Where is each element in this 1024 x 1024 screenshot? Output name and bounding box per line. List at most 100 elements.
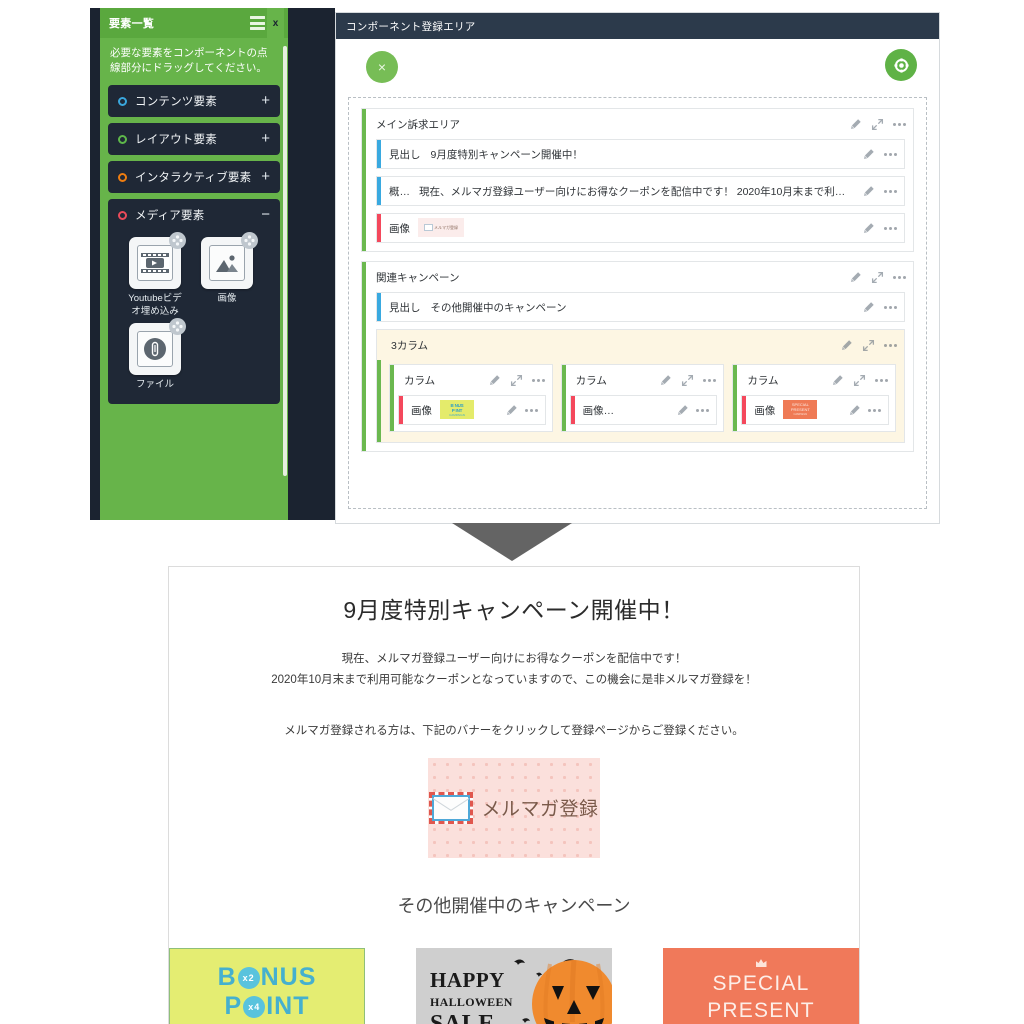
more-icon[interactable] bbox=[893, 122, 906, 126]
collapse-icon[interactable] bbox=[871, 271, 884, 284]
campaign-banner-row: Bx2NUS Px4INT CAMPAIGN HAPPY HALLOWEEN S… bbox=[169, 947, 859, 1024]
more-icon[interactable] bbox=[524, 408, 538, 412]
accordion-label: レイアウト要素 bbox=[135, 134, 217, 147]
newsletter-signup-banner[interactable]: メルマガ登録 bbox=[428, 757, 600, 858]
interactive-bullet-icon bbox=[118, 172, 127, 182]
edit-icon[interactable] bbox=[849, 118, 862, 131]
column-list: カラム 画像 B NUS P INT CAMPAIGN カラム 画像… カラム … bbox=[377, 360, 904, 442]
image-thumbnail: SPECIAL PRESENT CAMPAIGN bbox=[783, 400, 818, 420]
media-tile-label: 画像 bbox=[217, 293, 237, 305]
sidebar-accordion-list: コンテンツ要素 + レイアウト要素 + インタラクティブ要素 + メディア要素 … bbox=[100, 85, 288, 404]
sidebar-item-interactive-elements[interactable]: インタラクティブ要素 + bbox=[108, 161, 280, 194]
edit-icon[interactable] bbox=[849, 271, 862, 284]
column-3[interactable]: カラム 画像 SPECIAL PRESENT CAMPAIGN bbox=[732, 364, 897, 432]
component-group-3columns[interactable]: 3カラム カラム 画像 B NUS P INT CAMPAIGN カラム 画像…… bbox=[376, 329, 905, 443]
drag-handle-icon[interactable] bbox=[241, 232, 258, 250]
media-tile-file[interactable]: ファイル bbox=[124, 318, 186, 392]
more-icon[interactable] bbox=[884, 152, 897, 156]
sidebar-item-layout-elements[interactable]: レイアウト要素 + bbox=[108, 123, 280, 156]
canvas-header: コンポーネント登録エリア bbox=[336, 13, 939, 39]
more-icon[interactable] bbox=[884, 189, 897, 193]
component-row-image[interactable]: 画像 メルマガ登録 bbox=[376, 213, 905, 243]
media-tile-label: Youtubeビデオ埋め込み bbox=[128, 293, 182, 318]
media-element-grid: Youtubeビデオ埋め込み 画像 ファイル bbox=[118, 231, 270, 403]
sidebar-item-content-elements[interactable]: コンテンツ要素 + bbox=[108, 85, 280, 118]
edit-icon[interactable] bbox=[659, 374, 672, 387]
accordion-toggle-icon[interactable]: + bbox=[261, 123, 270, 155]
collapse-icon[interactable] bbox=[510, 374, 523, 387]
component-row-image[interactable]: 画像… bbox=[569, 395, 718, 425]
more-icon[interactable] bbox=[531, 378, 545, 382]
accordion-label: コンテンツ要素 bbox=[135, 96, 217, 109]
collapse-icon[interactable] bbox=[681, 374, 694, 387]
sidebar-item-media-elements[interactable]: メディア要素 − Youtubeビデオ埋め込み 画像 ファイル bbox=[108, 199, 280, 404]
sidebar-close-button[interactable]: x bbox=[267, 8, 284, 38]
more-icon[interactable] bbox=[893, 275, 906, 279]
mail-banner-wrap: メルマガ登録 bbox=[169, 757, 859, 858]
component-row-heading[interactable]: 見出し その他開催中のキャンペーン bbox=[376, 292, 905, 322]
more-icon[interactable] bbox=[696, 408, 710, 412]
more-icon[interactable] bbox=[875, 378, 889, 382]
layout-bullet-icon bbox=[118, 134, 127, 144]
column-1[interactable]: カラム 画像 B NUS P INT CAMPAIGN bbox=[389, 364, 553, 432]
accordion-toggle-icon[interactable]: + bbox=[261, 161, 270, 193]
collapse-icon[interactable] bbox=[862, 339, 875, 352]
accordion-toggle-icon[interactable]: − bbox=[261, 199, 270, 231]
accordion-label: インタラクティブ要素 bbox=[135, 172, 252, 185]
component-name: 関連キャンペーン bbox=[376, 271, 460, 284]
collapse-icon[interactable] bbox=[871, 118, 884, 131]
component-group-related[interactable]: 関連キャンペーン 見出し その他開催中のキャンペーン 3カラム カラム 画像 B… bbox=[361, 261, 914, 452]
edit-icon[interactable] bbox=[840, 339, 853, 352]
component-row-summary[interactable]: 概要 現在、メルマガ登録ユーザー向けにお得なクーポンを配信中です！ 2020年1… bbox=[376, 176, 905, 206]
screenshot-root: 要素一覧 x 必要な要素をコンポーネントの点線部分にドラッグしてください。 コン… bbox=[0, 0, 1024, 1024]
banner-bonus-point[interactable]: Bx2NUS Px4INT CAMPAIGN bbox=[169, 947, 365, 1024]
column-2[interactable]: カラム 画像… bbox=[560, 364, 725, 432]
edit-icon[interactable] bbox=[862, 185, 875, 198]
component-row-image[interactable]: 画像 SPECIAL PRESENT CAMPAIGN bbox=[741, 395, 890, 425]
media-bullet-icon bbox=[118, 210, 127, 220]
component-name: 画像… bbox=[582, 404, 615, 417]
banner-halloween-sale[interactable]: HAPPY HALLOWEEN SALE bbox=[416, 947, 612, 1024]
list-icon[interactable] bbox=[250, 16, 265, 30]
component-name: 概要 bbox=[389, 185, 410, 198]
more-icon[interactable] bbox=[703, 378, 717, 382]
special-line1-text: SPECIAL bbox=[712, 972, 810, 996]
sidebar-scrollbar[interactable] bbox=[283, 46, 287, 476]
accordion-toggle-icon[interactable]: + bbox=[261, 85, 270, 117]
edit-icon[interactable] bbox=[862, 222, 875, 235]
element-list-sidebar: 要素一覧 x 必要な要素をコンポーネントの点線部分にドラッグしてください。 コン… bbox=[100, 8, 288, 520]
more-icon[interactable] bbox=[884, 305, 897, 309]
sidebar-header: 要素一覧 x bbox=[100, 8, 288, 38]
component-row-heading[interactable]: 見出し 9月度特別キャンペーン開催中！ bbox=[376, 139, 905, 169]
group-children: 見出し 9月度特別キャンペーン開催中！ 概要 現在、メルマガ登録ユーザー向けにお… bbox=[362, 139, 913, 251]
edit-icon[interactable] bbox=[488, 374, 501, 387]
component-drop-area[interactable]: メイン訴求エリア 見出し 9月度特別キャンペーン開催中！ 概要 現在、メルマガ登… bbox=[348, 97, 927, 509]
bonus-chip-x2: x2 bbox=[237, 966, 260, 989]
banner-special-present[interactable]: SPECIAL PRESENT CAMPAIGN bbox=[663, 947, 859, 1024]
canvas-settings-button[interactable] bbox=[885, 49, 917, 81]
special-line2-text: PRESENT bbox=[707, 999, 815, 1023]
more-icon[interactable] bbox=[868, 408, 882, 412]
edit-icon[interactable] bbox=[676, 404, 689, 417]
drag-handle-icon[interactable] bbox=[169, 232, 186, 250]
drag-handle-icon[interactable] bbox=[169, 318, 186, 336]
preview-lead-line1: 現在、メルマガ登録ユーザー向けにお得なクーポンを配信中です！ bbox=[341, 653, 687, 665]
component-value: 現在、メルマガ登録ユーザー向けにお得なクーポンを配信中です！ 2020年10月末… bbox=[419, 185, 846, 198]
bonus-line1-text: B bbox=[217, 963, 237, 992]
media-tile-image[interactable]: 画像 bbox=[196, 232, 258, 319]
media-tile-youtube[interactable]: Youtubeビデオ埋め込み bbox=[124, 232, 186, 319]
component-row-image[interactable]: 画像 B NUS P INT CAMPAIGN bbox=[398, 395, 546, 425]
component-name: メイン訴求エリア bbox=[376, 118, 460, 131]
edit-icon[interactable] bbox=[862, 148, 875, 161]
edit-icon[interactable] bbox=[505, 404, 518, 417]
edit-icon[interactable] bbox=[862, 301, 875, 314]
bonus-line2-text: P bbox=[224, 992, 243, 1021]
canvas-close-button[interactable]: × bbox=[366, 51, 398, 83]
collapse-icon[interactable] bbox=[853, 374, 866, 387]
more-icon[interactable] bbox=[884, 343, 897, 347]
row-color-bar bbox=[377, 177, 381, 205]
edit-icon[interactable] bbox=[848, 404, 861, 417]
more-icon[interactable] bbox=[884, 226, 897, 230]
edit-icon[interactable] bbox=[831, 374, 844, 387]
component-group-main[interactable]: メイン訴求エリア 見出し 9月度特別キャンペーン開催中！ 概要 現在、メルマガ登… bbox=[361, 108, 914, 252]
